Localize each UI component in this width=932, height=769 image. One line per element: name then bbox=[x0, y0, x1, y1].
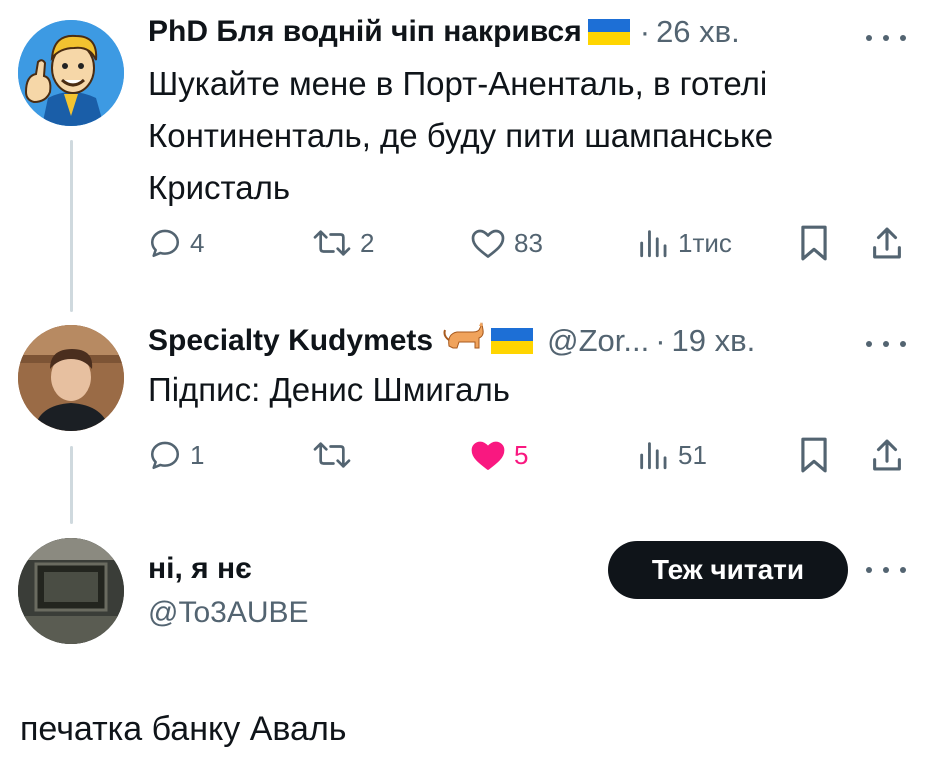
views-icon bbox=[640, 230, 667, 258]
avatar-phd[interactable] bbox=[18, 20, 124, 126]
suggested-handle[interactable]: @To3AUBE bbox=[148, 596, 309, 630]
more-icon[interactable] bbox=[866, 28, 906, 48]
suggested-display-name[interactable]: ні, я нє bbox=[148, 552, 252, 586]
repost-icon bbox=[313, 442, 351, 468]
repost-icon bbox=[313, 230, 351, 256]
share-button[interactable] bbox=[870, 224, 904, 262]
share-icon bbox=[873, 227, 901, 259]
like-icon-filled bbox=[471, 441, 505, 470]
tweet-header: PhD Бля водній чіп накрився · 26 хв. bbox=[148, 14, 740, 50]
reply-count: 4 bbox=[190, 227, 205, 258]
bookmark-icon bbox=[801, 225, 827, 261]
avatar-suggested-user[interactable] bbox=[18, 538, 124, 644]
views-count: 1тис bbox=[678, 227, 732, 258]
share-icon bbox=[873, 439, 901, 471]
ukraine-flag-icon bbox=[491, 328, 534, 354]
vault-boy-avatar-image bbox=[18, 20, 124, 126]
share-button[interactable] bbox=[870, 436, 904, 474]
more-icon[interactable] bbox=[866, 334, 906, 354]
like-count: 83 bbox=[514, 227, 543, 258]
repost-button[interactable]: 2 bbox=[312, 226, 374, 260]
more-icon[interactable] bbox=[866, 560, 906, 580]
thread-line bbox=[70, 446, 73, 524]
reply-button[interactable]: 1 bbox=[148, 438, 204, 472]
caption-text: печатка банку Аваль bbox=[20, 710, 347, 748]
bookmark-button[interactable] bbox=[798, 224, 830, 262]
views-button[interactable]: 1тис bbox=[636, 226, 732, 260]
dot-separator: · bbox=[639, 14, 651, 49]
cat-emoji-icon bbox=[443, 320, 485, 362]
repost-button[interactable] bbox=[312, 438, 352, 472]
views-count: 51 bbox=[678, 439, 707, 470]
like-button[interactable]: 5 bbox=[470, 438, 528, 472]
handle[interactable]: @Zor... bbox=[547, 323, 649, 359]
tweet-text: Підпис: Денис Шмигаль bbox=[148, 371, 510, 408]
reply-button[interactable]: 4 bbox=[148, 226, 204, 260]
tweet-text: Шукайте мене в Порт-Аненталь, в готелі К… bbox=[148, 65, 774, 206]
like-button[interactable]: 83 bbox=[470, 226, 543, 260]
reply-icon bbox=[150, 441, 180, 470]
bookmark-icon bbox=[801, 437, 827, 473]
like-count: 5 bbox=[514, 439, 529, 470]
avatar-specialty-kudymets[interactable] bbox=[18, 325, 124, 431]
dot-separator: · bbox=[655, 323, 666, 358]
display-name[interactable]: PhD Бля водній чіп накрився bbox=[148, 15, 582, 49]
tweet-actions: 1 5 51 bbox=[148, 434, 908, 474]
reply-count: 1 bbox=[190, 439, 205, 470]
tweet-actions: 4 2 83 1тис bbox=[148, 222, 908, 262]
timestamp[interactable]: 26 хв. bbox=[656, 14, 740, 50]
profile-photo bbox=[18, 538, 124, 644]
like-icon bbox=[471, 229, 505, 258]
display-name[interactable]: Specialty Kudymets bbox=[148, 324, 433, 358]
bookmark-button[interactable] bbox=[798, 436, 830, 474]
follow-button[interactable]: Теж читати bbox=[608, 541, 848, 599]
profile-photo bbox=[18, 325, 124, 431]
views-button[interactable]: 51 bbox=[636, 438, 707, 472]
ukraine-flag-icon bbox=[587, 19, 630, 45]
views-icon bbox=[640, 442, 667, 470]
tweet-header: Specialty Kudymets @Zor... · 19 хв. bbox=[148, 320, 755, 362]
timestamp[interactable]: 19 хв. bbox=[672, 323, 756, 359]
thread-line bbox=[70, 140, 73, 312]
repost-count: 2 bbox=[360, 227, 375, 258]
reply-icon bbox=[150, 229, 180, 258]
